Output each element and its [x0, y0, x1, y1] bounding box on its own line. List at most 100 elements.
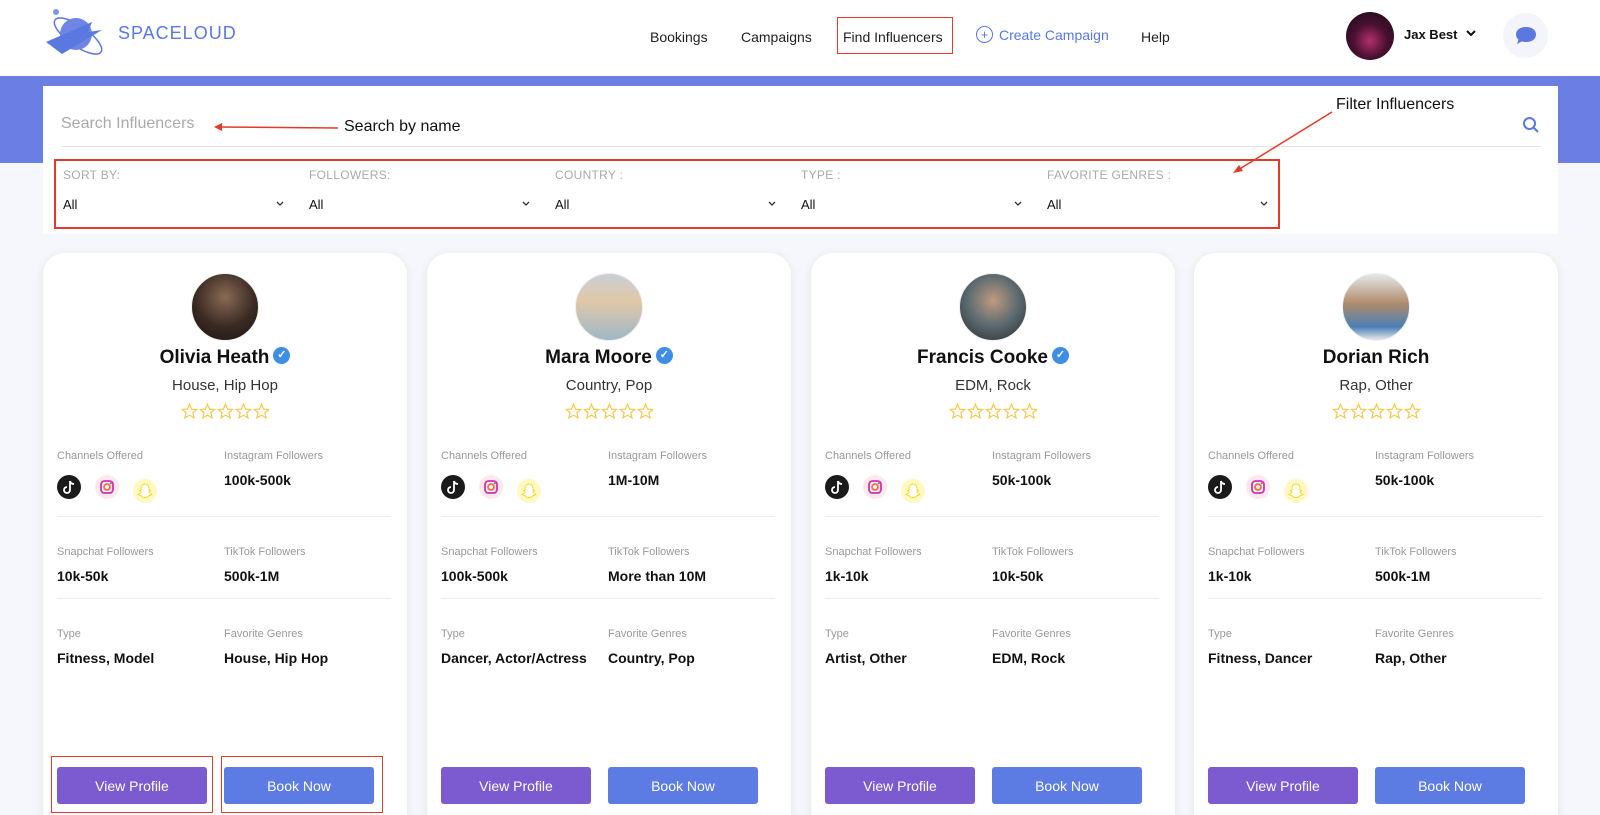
filter-value: All [309, 197, 324, 212]
instagram-followers-label: Instagram Followers [608, 450, 708, 462]
tiktok-followers-label: TikTok Followers [224, 546, 306, 558]
star-outline-icon [637, 403, 654, 420]
rating-stars[interactable] [181, 403, 271, 421]
influencer-avatar[interactable] [575, 273, 643, 341]
nav-create-campaign[interactable]: + Create Campaign [976, 26, 1109, 43]
influencer-avatar[interactable] [1342, 273, 1410, 341]
search-icon[interactable] [1522, 116, 1540, 134]
divider [57, 598, 391, 599]
filter-value: All [1047, 197, 1062, 212]
influencer-avatar[interactable] [191, 273, 259, 341]
verified-icon: ✓ [1051, 347, 1069, 365]
star-outline-icon [1404, 403, 1421, 420]
chevron-down-icon [768, 201, 776, 206]
nav-campaigns[interactable]: Campaigns [741, 29, 812, 45]
influencer-card: Mara Moore ✓ Country, Pop Channels Offere… [427, 253, 791, 815]
snapchat-followers-label: Snapchat Followers [1208, 546, 1305, 558]
instagram-icon [479, 475, 503, 499]
tiktok-followers-value: More than 10M [608, 568, 707, 584]
search-input[interactable] [61, 111, 361, 137]
user-name[interactable]: Jax Best [1404, 27, 1457, 42]
chevron-down-icon [1260, 201, 1268, 206]
plus-circle-icon: + [976, 26, 993, 43]
star-outline-icon [985, 403, 1002, 420]
snapchat-icon [901, 479, 925, 503]
snapchat-icon [133, 479, 157, 503]
user-avatar[interactable] [1346, 12, 1394, 60]
star-outline-icon [217, 403, 234, 420]
tiktok-icon [825, 475, 849, 499]
instagram-icon [95, 475, 119, 499]
rating-stars[interactable] [565, 403, 655, 421]
book-now-button[interactable]: Book Now [992, 767, 1142, 804]
favorite-genres-value: Country, Pop [608, 650, 695, 666]
snapchat-followers-value: 1k-10k [1208, 568, 1252, 584]
snapchat-followers-label: Snapchat Followers [441, 546, 538, 558]
favorite-genres-value: EDM, Rock [992, 650, 1066, 666]
favorite-genres-value: House, Hip Hop [224, 650, 329, 666]
channels-label: Channels Offered [1208, 450, 1295, 462]
divider [441, 598, 775, 599]
tiktok-followers-value: 500k-1M [1375, 568, 1431, 584]
star-outline-icon [1350, 403, 1367, 420]
favorite-genres-label: Favorite Genres [224, 628, 303, 640]
snapchat-followers-label: Snapchat Followers [825, 546, 922, 558]
type-value: Fitness, Dancer [1208, 650, 1313, 666]
influencer-name-row[interactable]: Mara Moore ✓ [427, 347, 791, 369]
influencer-name-row[interactable]: Francis Cooke ✓ [811, 347, 1175, 369]
brand-name[interactable]: SPACELOUD [118, 23, 237, 44]
divider [825, 598, 1159, 599]
tiktok-followers-value: 500k-1M [224, 568, 280, 584]
chat-button[interactable] [1503, 13, 1548, 58]
filter-label: FAVORITE GENRES : [1047, 168, 1172, 182]
snapchat-followers-value: 1k-10k [825, 568, 869, 584]
annotation-search-note: Search by name [344, 118, 461, 135]
divider [57, 516, 391, 517]
book-now-button[interactable]: Book Now [1375, 767, 1525, 804]
annotation-highlight-nav [837, 17, 953, 54]
type-label: Type [57, 628, 81, 640]
tiktok-followers-value: 10k-50k [992, 568, 1044, 584]
star-outline-icon [1003, 403, 1020, 420]
influencer-avatar[interactable] [959, 273, 1027, 341]
favorite-genres-label: Favorite Genres [992, 628, 1071, 640]
type-label: Type [1208, 628, 1232, 640]
instagram-icon [863, 475, 887, 499]
tiktok-followers-label: TikTok Followers [608, 546, 690, 558]
filter-type[interactable]: TYPE : All [801, 168, 1023, 218]
influencer-name-row[interactable]: Olivia Heath ✓ [43, 347, 407, 369]
rating-stars[interactable] [949, 403, 1039, 421]
verified-icon: ✓ [273, 347, 291, 365]
influencer-name-row[interactable]: Dorian Rich [1194, 347, 1558, 369]
influencer-card: Francis Cooke ✓ EDM, Rock Channels Offere… [811, 253, 1175, 815]
annotation-highlight-view-profile [51, 756, 213, 813]
view-profile-button[interactable]: View Profile [825, 767, 975, 804]
influencer-name: Olivia Heath [159, 347, 270, 368]
instagram-icon [1246, 475, 1270, 499]
nav-help[interactable]: Help [1141, 29, 1170, 45]
chevron-down-icon[interactable] [1466, 28, 1476, 38]
divider [825, 516, 1159, 517]
search-underline [61, 146, 1541, 147]
view-profile-button[interactable]: View Profile [441, 767, 591, 804]
divider [1208, 598, 1542, 599]
filter-label: SORT BY: [63, 168, 121, 182]
star-outline-icon [1332, 403, 1349, 420]
tiktok-icon [441, 475, 465, 499]
instagram-followers-label: Instagram Followers [992, 450, 1092, 462]
rating-stars[interactable] [1332, 403, 1422, 421]
spaceloud-logo-icon[interactable] [42, 4, 112, 64]
filter-followers[interactable]: FOLLOWERS: All [309, 168, 531, 218]
star-outline-icon [235, 403, 252, 420]
filter-favorite-genres[interactable]: FAVORITE GENRES : All [1047, 168, 1269, 218]
filter-country[interactable]: COUNTRY : All [555, 168, 777, 218]
verified-icon: ✓ [655, 347, 673, 365]
star-outline-icon [565, 403, 582, 420]
star-outline-icon [1368, 403, 1385, 420]
nav-bookings[interactable]: Bookings [650, 29, 708, 45]
tiktok-icon [57, 475, 81, 499]
view-profile-button[interactable]: View Profile [1208, 767, 1358, 804]
filter-sort-by[interactable]: SORT BY: All [63, 168, 285, 218]
filter-value: All [555, 197, 570, 212]
book-now-button[interactable]: Book Now [608, 767, 758, 804]
